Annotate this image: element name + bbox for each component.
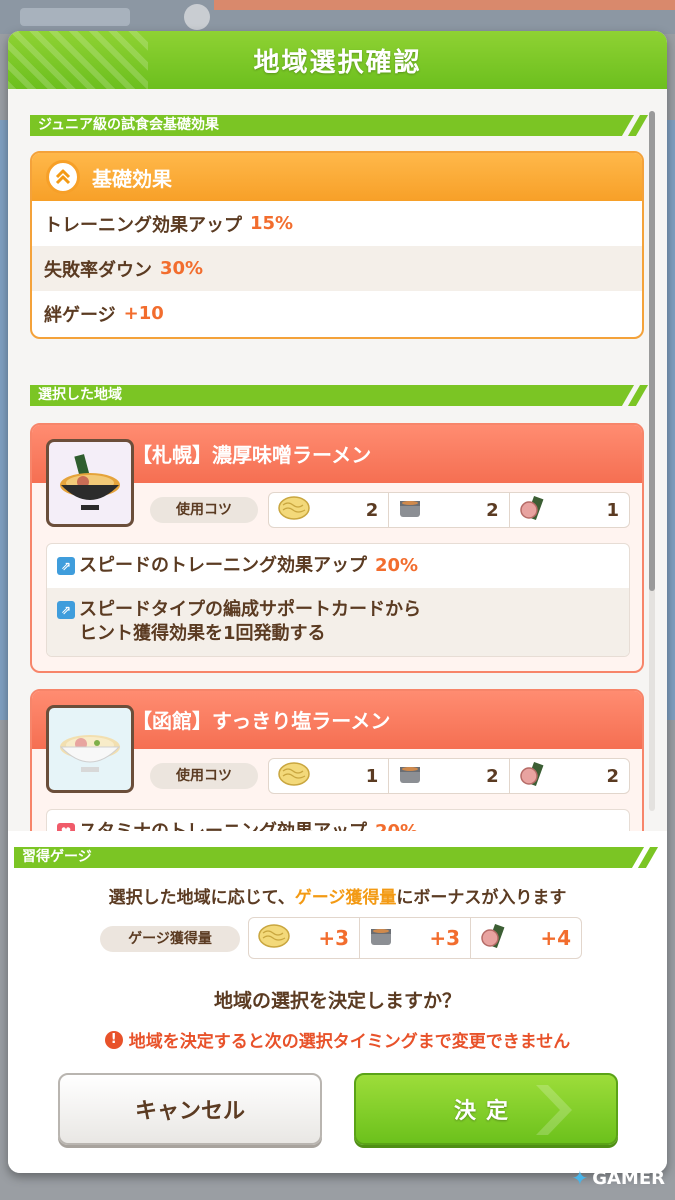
cancel-button[interactable]: キャンセル xyxy=(58,1073,322,1145)
region-card-sapporo[interactable]: 【札幌】濃厚味噌ラーメン 使用コツ 2 2 1 ⇗ スピードのトレーニング効果ア… xyxy=(30,423,644,673)
gauge-label: ゲージ獲得量 xyxy=(100,926,240,952)
base-effect-value: 15% xyxy=(250,213,294,234)
gauge-cell: +3 xyxy=(249,918,360,958)
region-effect-row: ⇗ スピードタイプの編成サポートカードから ヒント獲得効果を1回発動する xyxy=(47,588,629,656)
watermark: ✦ GAMER xyxy=(571,1166,665,1190)
tips-cell: 1 xyxy=(269,759,390,793)
speed-icon: ⇗ xyxy=(57,601,75,619)
section-tag-regions-label: 選択した地域 xyxy=(38,387,122,403)
region-name: 【函館】すっきり塩ラーメン xyxy=(132,709,391,733)
base-effect-value: 30% xyxy=(160,258,204,279)
gauge-gain-box: +3 +3 +4 xyxy=(248,917,582,959)
gauge-note: 選択した地域に応じて、ゲージ獲得量にボーナスが入ります xyxy=(8,883,667,908)
tips-box: 2 2 1 xyxy=(268,492,630,528)
tips-cell: 1 xyxy=(510,493,629,527)
background-bar xyxy=(20,8,130,26)
base-effect-label: 絆ゲージ xyxy=(44,304,116,326)
confirm-warning: ! 地域を決定すると次の選択タイミングまで変更できません xyxy=(8,1027,667,1052)
region-name: 【札幌】濃厚味噌ラーメン xyxy=(132,443,372,467)
region-effect-row: ⇗ スピードのトレーニング効果アップ 20% xyxy=(47,544,629,588)
region-effect-value: 20% xyxy=(375,820,418,831)
dialog-scroll-area[interactable]: ジュニア級の試食会基礎効果 基礎効果 トレーニング効果アップ 15% 失敗率ダウ… xyxy=(8,89,667,831)
base-effect-row: 失敗率ダウン 30% xyxy=(32,246,642,291)
miso-ramen-icon xyxy=(46,439,134,527)
section-tag-base: ジュニア級の試食会基礎効果 xyxy=(30,115,630,136)
region-effect-text: スタミナのトレーニング効果アップ xyxy=(79,820,367,831)
base-effect-box: 基礎効果 トレーニング効果アップ 15% 失敗率ダウン 30% 絆ゲージ +10 xyxy=(30,151,644,339)
gauge-cell: +4 xyxy=(471,918,581,958)
region-effect-box: ♥ スタミナのトレーニング効果アップ 20% xyxy=(46,809,630,831)
gauge-gain-value: +4 xyxy=(540,926,571,950)
gauge-label-text: ゲージ獲得量 xyxy=(128,931,212,947)
noodle-icon xyxy=(257,923,291,954)
tips-cell: 2 xyxy=(389,759,510,793)
soup-pot-icon xyxy=(397,495,423,526)
watermark-text: GAMER xyxy=(592,1167,665,1189)
gauge-note-prefix: 選択した地域に応じて、 xyxy=(108,888,295,908)
tips-count: 2 xyxy=(486,499,499,521)
gauge-cell: +3 xyxy=(360,918,471,958)
tips-count: 2 xyxy=(365,499,379,521)
warning-icon: ! xyxy=(104,1030,123,1049)
background-circle xyxy=(184,4,210,30)
confirm-warning-text: 地域を決定すると次の選択タイミングまで変更できません xyxy=(128,1032,571,1052)
base-effect-title: 基礎効果 xyxy=(92,166,172,191)
base-effect-label: トレーニング効果アップ xyxy=(44,214,242,236)
region-effect-box: ⇗ スピードのトレーニング効果アップ 20% ⇗ スピードタイプの編成サポートカ… xyxy=(46,543,630,657)
region-effect-value: 20% xyxy=(375,555,419,576)
soup-pot-icon xyxy=(368,923,394,954)
tips-label: 使用コツ xyxy=(150,763,258,789)
section-tag-base-label: ジュニア級の試食会基礎効果 xyxy=(38,117,220,133)
tips-cell: 2 xyxy=(510,759,629,793)
tips-cell: 2 xyxy=(269,493,390,527)
region-confirm-dialog: 地域選択確認 ジュニア級の試食会基礎効果 基礎効果 トレーニング効果アップ 15… xyxy=(8,31,667,1173)
noodle-icon xyxy=(277,761,311,792)
chashu-seaweed-icon xyxy=(518,761,546,792)
region-card-hakodate[interactable]: 【函館】すっきり塩ラーメン 使用コツ 1 2 2 xyxy=(30,689,644,831)
shio-ramen-icon xyxy=(46,705,134,793)
gauge-note-highlight: ゲージ獲得量 xyxy=(294,888,397,908)
chashu-seaweed-icon xyxy=(518,495,546,526)
soup-pot-icon xyxy=(397,761,423,792)
speed-icon: ⇗ xyxy=(57,557,75,575)
base-effect-row: 絆ゲージ +10 xyxy=(32,291,642,336)
tips-box: 1 2 2 xyxy=(268,758,630,794)
region-effect-row: ♥ スタミナのトレーニング効果アップ 20% xyxy=(47,810,629,831)
region-effect-text: スピードタイプの編成サポートカードから ヒント獲得効果を1回発動する xyxy=(79,599,421,644)
gauge-note-suffix: にボーナスが入ります xyxy=(396,888,567,908)
tips-cell: 2 xyxy=(389,493,510,527)
gauge-gain-value: +3 xyxy=(318,926,349,950)
dialog-title-bar: 地域選択確認 xyxy=(8,31,667,89)
tips-count: 2 xyxy=(606,765,619,787)
gauge-gain-value: +3 xyxy=(429,926,460,950)
confirm-button[interactable]: 決定 xyxy=(354,1073,618,1145)
stamina-heart-icon: ♥ xyxy=(57,823,75,831)
scrollbar-thumb[interactable] xyxy=(649,111,655,591)
tips-count: 1 xyxy=(365,765,379,787)
tips-count: 2 xyxy=(486,765,499,787)
base-effect-row: トレーニング効果アップ 15% xyxy=(32,201,642,246)
base-effect-header: 基礎効果 xyxy=(32,153,642,201)
tips-label-text: 使用コツ xyxy=(176,768,232,784)
dialog-title: 地域選択確認 xyxy=(253,47,422,78)
noodle-icon xyxy=(277,495,311,526)
background-orange-strip xyxy=(214,0,675,10)
base-effect-value: +10 xyxy=(123,303,164,324)
tips-count: 1 xyxy=(606,499,619,521)
cancel-button-label: キャンセル xyxy=(134,1099,245,1124)
confirm-button-label: 決定 xyxy=(453,1099,518,1124)
section-tag-gauge: 習得ゲージ xyxy=(14,847,640,868)
base-effect-label: 失敗率ダウン xyxy=(44,259,152,281)
chevron-up-double-icon xyxy=(46,160,80,194)
confirm-question: 地域の選択を決定しますか？ xyxy=(213,990,461,1012)
section-tag-gauge-label: 習得ゲージ xyxy=(22,849,92,865)
region-effect-text: スピードのトレーニング効果アップ xyxy=(79,555,367,576)
gamer-logo-icon: ✦ xyxy=(571,1166,589,1190)
section-tag-regions: 選択した地域 xyxy=(30,385,630,406)
tips-label: 使用コツ xyxy=(150,497,258,523)
chashu-seaweed-icon xyxy=(479,923,507,954)
tips-label-text: 使用コツ xyxy=(176,502,232,518)
